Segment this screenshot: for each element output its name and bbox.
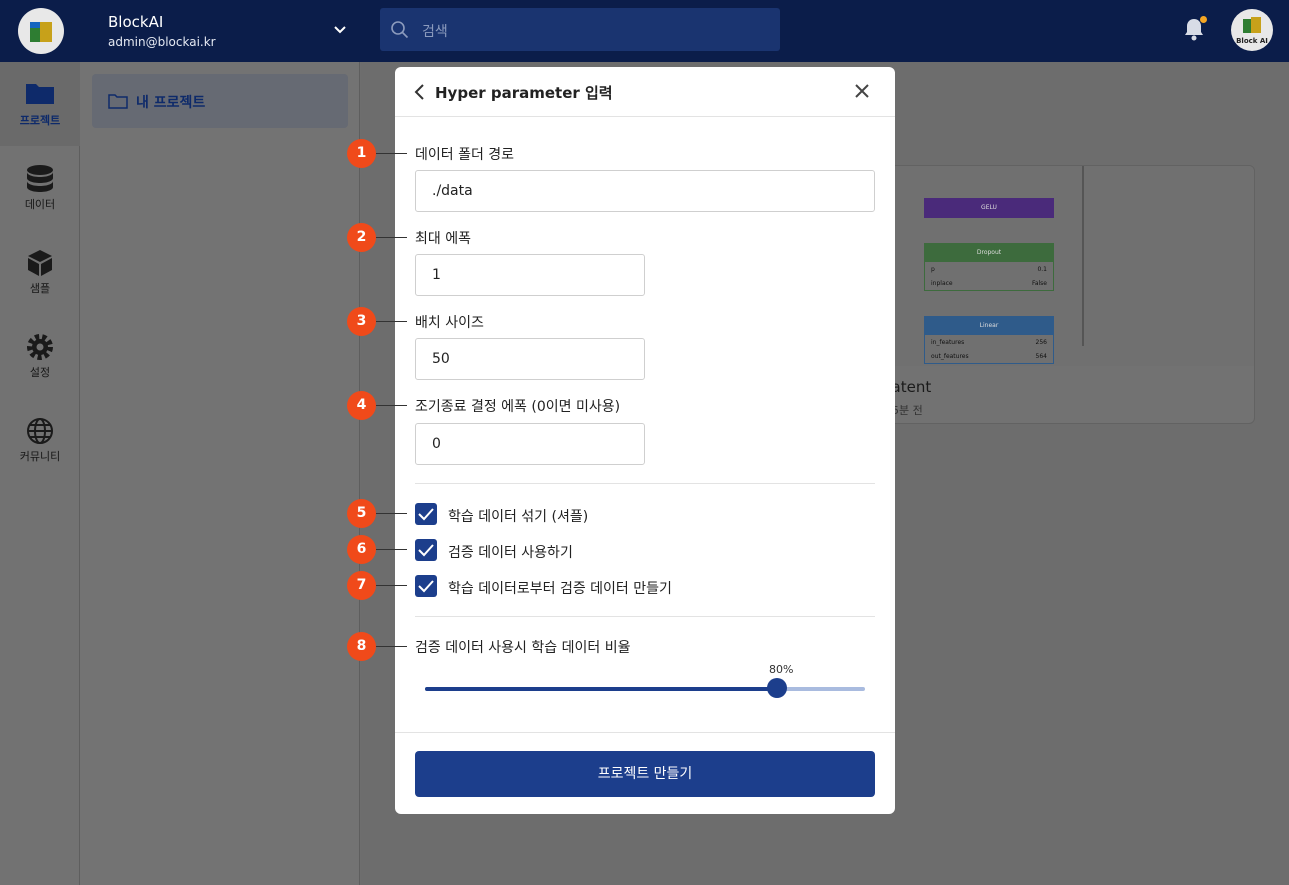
globe-icon bbox=[27, 418, 53, 444]
split-validation-label: 학습 데이터로부터 검증 데이터 만들기 bbox=[448, 581, 672, 597]
sidebar-item-settings[interactable]: 설정 bbox=[0, 314, 80, 398]
callout-badge: 3 bbox=[347, 307, 376, 336]
checkmark-icon bbox=[418, 544, 434, 557]
use-validation-checkbox[interactable] bbox=[415, 539, 437, 561]
callout-line bbox=[376, 405, 407, 406]
callout-line bbox=[376, 321, 407, 322]
app-name: BlockAI bbox=[108, 13, 164, 31]
project-thumbnail: GELU Dropout p 0.1 inplace False Linear … bbox=[882, 166, 1254, 366]
sidebar-item-label: 프로젝트 bbox=[19, 114, 61, 127]
hyperparameter-modal: Hyper parameter 입력 데이터 폴더 경로 ./data 최대 에… bbox=[395, 67, 895, 814]
app-logo[interactable] bbox=[18, 8, 64, 54]
early-stop-label: 조기종료 결정 에폭 (0이면 미사용) bbox=[415, 399, 621, 415]
param-value: 0.1 bbox=[1037, 266, 1047, 273]
callout-badge: 6 bbox=[347, 535, 376, 564]
train-ratio-value: 80% bbox=[769, 663, 794, 676]
batch-size-label: 배치 사이즈 bbox=[415, 315, 484, 331]
callout-line bbox=[376, 585, 407, 586]
notification-button[interactable] bbox=[1181, 16, 1207, 44]
use-validation-label: 검증 데이터 사용하기 bbox=[448, 545, 573, 561]
divider bbox=[415, 616, 875, 617]
node-title: GELU bbox=[981, 204, 997, 211]
panel-item-my-projects[interactable]: 내 프로젝트 bbox=[92, 74, 348, 128]
node-title: Linear bbox=[925, 317, 1053, 335]
database-icon bbox=[27, 165, 53, 192]
project-time: 5분 전 bbox=[892, 404, 923, 417]
param-key: p bbox=[931, 266, 935, 273]
sidebar-item-data[interactable]: 데이터 bbox=[0, 146, 80, 230]
param-key: out_features bbox=[931, 353, 969, 360]
slider-fill bbox=[425, 687, 777, 691]
data-folder-label: 데이터 폴더 경로 bbox=[415, 147, 515, 163]
shuffle-label: 학습 데이터 섞기 (셔플) bbox=[448, 509, 589, 525]
sidebar-item-label: 샘플 bbox=[29, 282, 51, 295]
callout-line bbox=[376, 646, 407, 647]
checkmark-icon bbox=[418, 580, 434, 593]
callout-line bbox=[376, 237, 407, 238]
callout-line bbox=[376, 153, 407, 154]
modal-header: Hyper parameter 입력 bbox=[395, 67, 895, 117]
folder-icon bbox=[26, 84, 54, 104]
max-epoch-label: 최대 에폭 bbox=[415, 231, 471, 247]
gear-icon bbox=[27, 334, 53, 360]
callout-badge: 5 bbox=[347, 499, 376, 528]
modal-title: Hyper parameter 입력 bbox=[435, 84, 613, 102]
param-value: 564 bbox=[1035, 353, 1047, 360]
early-stop-input[interactable]: 0 bbox=[415, 423, 645, 465]
split-validation-checkbox[interactable] bbox=[415, 575, 437, 597]
divider bbox=[415, 483, 875, 484]
node-gelu: GELU bbox=[924, 198, 1054, 218]
create-project-button[interactable]: 프로젝트 만들기 bbox=[415, 751, 875, 797]
node-title: Dropout bbox=[925, 244, 1053, 262]
callout-line bbox=[376, 549, 407, 550]
train-ratio-slider-track[interactable] bbox=[425, 687, 865, 691]
slider-handle[interactable] bbox=[767, 678, 787, 698]
project-panel: 내 프로젝트 bbox=[80, 62, 360, 885]
callout-badge: 8 bbox=[347, 632, 376, 661]
search-placeholder: 검색 bbox=[422, 24, 448, 40]
node-dropout: Dropout p 0.1 inplace False bbox=[924, 243, 1054, 291]
sidebar-item-projects[interactable]: 프로젝트 bbox=[0, 62, 80, 146]
sidebar-item-community[interactable]: 커뮤니티 bbox=[0, 398, 80, 482]
search-icon bbox=[391, 21, 409, 39]
cube-icon bbox=[28, 250, 52, 276]
callout-badge: 7 bbox=[347, 571, 376, 600]
callout-badge: 1 bbox=[347, 139, 376, 168]
checkmark-icon bbox=[418, 508, 434, 521]
project-card[interactable]: GELU Dropout p 0.1 inplace False Linear … bbox=[881, 165, 1255, 424]
callout-badge: 4 bbox=[347, 391, 376, 420]
user-email: admin@blockai.kr bbox=[108, 35, 216, 49]
sidebar-item-label: 설정 bbox=[29, 366, 51, 379]
footer-divider bbox=[395, 732, 895, 733]
param-key: in_features bbox=[931, 339, 965, 346]
sidebar-item-label: 커뮤니티 bbox=[19, 450, 61, 463]
callout-line bbox=[376, 513, 407, 514]
sidebar-item-label: 데이터 bbox=[24, 198, 56, 211]
callout-badge: 2 bbox=[347, 223, 376, 252]
close-icon[interactable] bbox=[853, 82, 871, 100]
train-ratio-label: 검증 데이터 사용시 학습 데이터 비율 bbox=[415, 640, 631, 656]
max-epoch-input[interactable]: 1 bbox=[415, 254, 645, 296]
search-input[interactable]: 검색 bbox=[380, 8, 780, 51]
top-bar: BlockAI admin@blockai.kr 검색 Block AI bbox=[0, 0, 1289, 62]
panel-item-label: 내 프로젝트 bbox=[136, 95, 206, 111]
param-value: False bbox=[1031, 280, 1047, 287]
sidebar-item-samples[interactable]: 샘플 bbox=[0, 230, 80, 314]
param-key: inplace bbox=[931, 280, 953, 287]
notification-dot bbox=[1200, 16, 1207, 23]
avatar-label: Block AI bbox=[1236, 37, 1268, 45]
shuffle-checkbox[interactable] bbox=[415, 503, 437, 525]
back-arrow-icon[interactable] bbox=[413, 83, 427, 101]
folder-outline-icon bbox=[108, 94, 128, 109]
batch-size-input[interactable]: 50 bbox=[415, 338, 645, 380]
param-value: 256 bbox=[1035, 339, 1047, 346]
chevron-down-icon[interactable] bbox=[330, 20, 350, 40]
avatar[interactable]: Block AI bbox=[1231, 9, 1273, 51]
data-folder-input[interactable]: ./data bbox=[415, 170, 875, 212]
node-linear: Linear in_features 256 out_features 564 bbox=[924, 316, 1054, 364]
sidebar: 프로젝트 데이터 샘플 설정 커뮤니티 bbox=[0, 62, 80, 885]
